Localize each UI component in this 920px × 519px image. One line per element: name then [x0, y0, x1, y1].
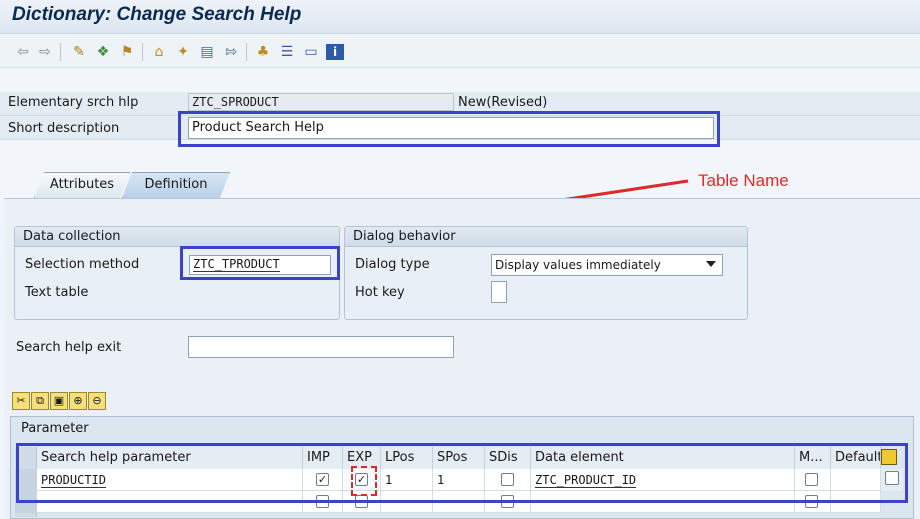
chevron-down-icon[interactable]: [706, 261, 716, 267]
dialog-behavior-group: Dialog behavior Dialog type Display valu…: [344, 226, 748, 320]
parameter-title: Parameter: [21, 421, 89, 436]
hot-key-label: Hot key: [355, 285, 405, 300]
text-table-label: Text table: [25, 285, 89, 300]
insert-row-icon[interactable]: ⊕: [69, 392, 87, 410]
selection-method-label: Selection method: [25, 257, 140, 272]
dialog-type-select[interactable]: Display values immediately: [491, 254, 723, 276]
dialog-type-label: Dialog type: [355, 257, 430, 272]
dialog-type-value: Display values immediately: [495, 258, 661, 272]
copy-icon[interactable]: ⧉: [31, 392, 49, 410]
data-collection-title: Data collection: [15, 227, 339, 247]
exp-highlight-box: [351, 466, 377, 496]
delete-row-icon[interactable]: ⊖: [88, 392, 106, 410]
hot-key-input[interactable]: [491, 281, 507, 303]
search-help-exit-input[interactable]: [188, 336, 454, 358]
search-help-exit-label: Search help exit: [16, 340, 122, 355]
dialog-behavior-title: Dialog behavior: [345, 227, 747, 247]
paste-icon[interactable]: ▣: [50, 392, 68, 410]
highlight-box-parameter-row: [16, 443, 908, 503]
cut-icon[interactable]: ✂: [12, 392, 30, 410]
highlight-box-selection-method: [180, 246, 340, 280]
